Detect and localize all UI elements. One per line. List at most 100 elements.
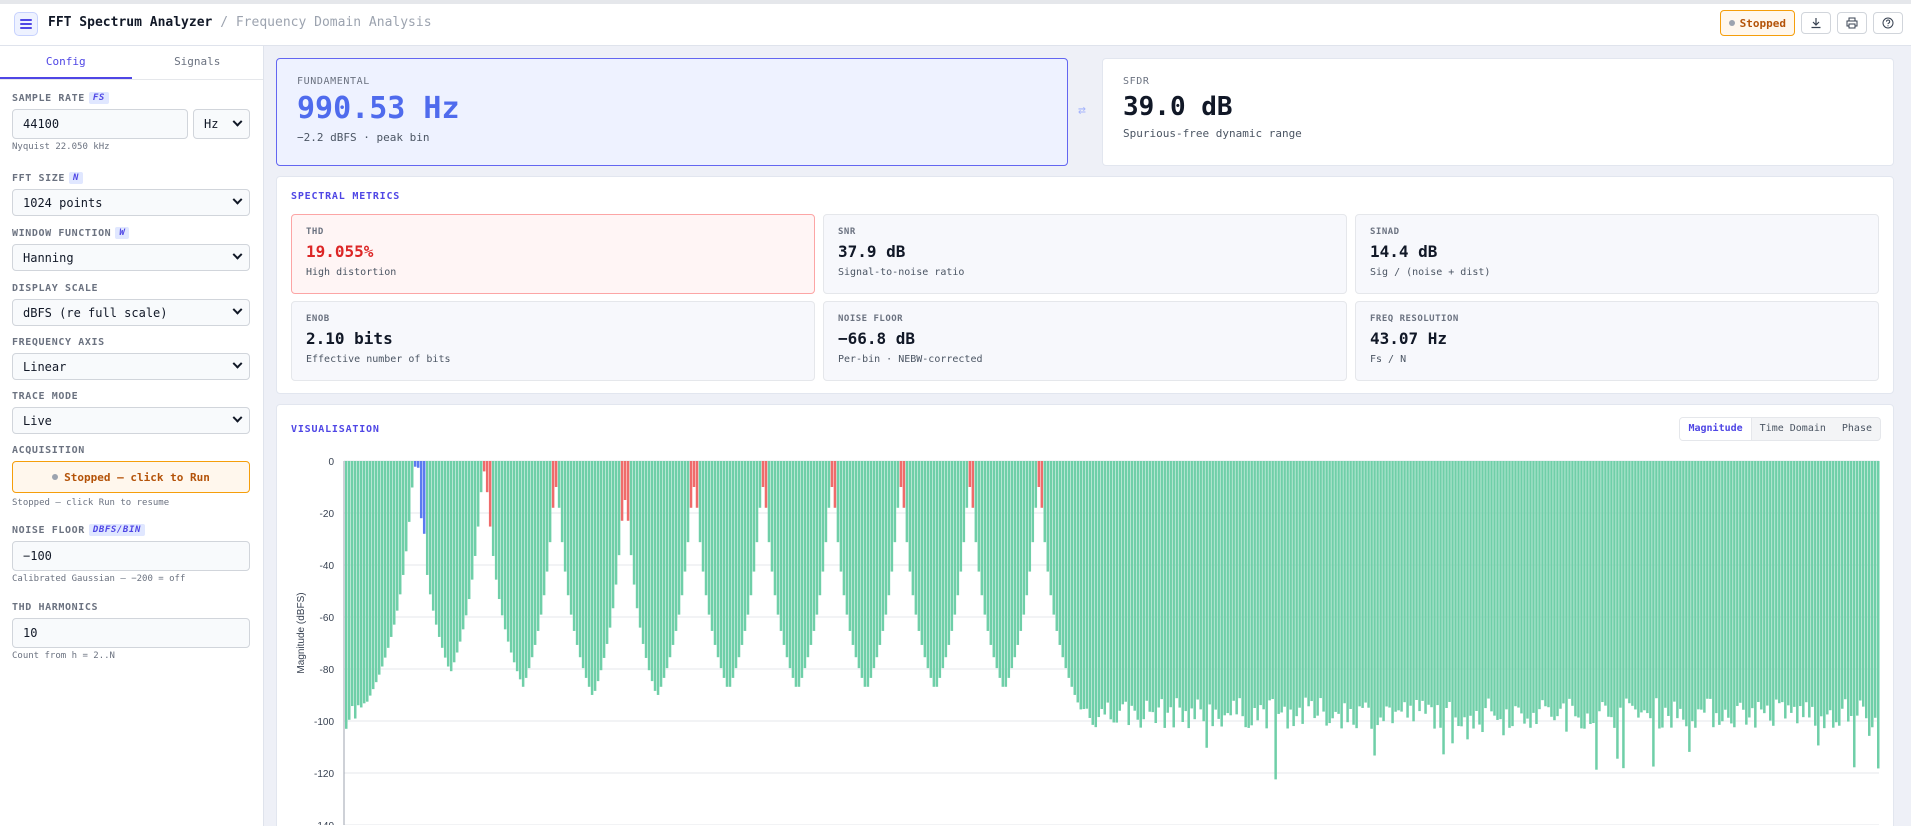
spectrum-bar — [1787, 461, 1790, 706]
spectrum-bar — [1856, 461, 1859, 716]
spectrum-bar — [662, 461, 666, 678]
spectrum-bar — [1760, 461, 1763, 710]
spectrum-bar — [389, 461, 393, 637]
spectrum-bar — [515, 461, 519, 672]
spectrum-bar — [635, 461, 639, 609]
spectrum-bar — [392, 461, 396, 625]
spectrum-bar — [698, 461, 702, 543]
status-dot-icon — [1728, 20, 1735, 26]
sfdr-sub: Spurious-free dynamic range — [1123, 127, 1302, 140]
trace-mode-select[interactable]: Live — [12, 407, 250, 434]
spectrum-bar — [1844, 461, 1847, 700]
metric-label: FREQ RESOLUTION — [1370, 314, 1459, 324]
spectrum-bar — [1763, 461, 1766, 714]
spectrum-bar — [806, 461, 810, 658]
spectral-metrics-panel: SPECTRAL METRICS THD 19.055% High distor… — [276, 176, 1894, 394]
spectrum-bar — [1370, 461, 1373, 729]
spectrum-bar — [1814, 461, 1817, 726]
spectrum-bar — [740, 461, 744, 645]
spectrum-bar — [1085, 461, 1089, 709]
spectrum-bar — [1868, 461, 1871, 736]
frequency-axis-select[interactable]: Linear — [12, 353, 250, 380]
spectrum-bar — [1073, 461, 1077, 695]
thd-harmonics-field: THD HARMONICS 10 Count from h = 2..N — [12, 599, 250, 663]
spectrum-bar — [923, 461, 927, 658]
metrics-title: SPECTRAL METRICS — [291, 191, 401, 202]
help-button[interactable] — [1873, 12, 1903, 34]
thd-harmonics-label: THD HARMONICS — [12, 601, 99, 613]
y-tick-label: -140 — [314, 821, 334, 825]
status-badge[interactable]: Stopped — [1719, 10, 1795, 36]
spectrum-bar — [1679, 461, 1682, 709]
window-function-select[interactable]: Hanning — [12, 244, 250, 271]
spectrum-bar — [1820, 461, 1823, 717]
spectrum-bar — [1211, 461, 1214, 727]
spectrum-bar — [1022, 461, 1026, 615]
spectrum-bar — [1310, 461, 1313, 702]
tab-signals[interactable]: Signals — [132, 46, 264, 79]
spectrum-bar — [818, 461, 822, 596]
spectrum-bar — [1652, 461, 1655, 767]
spectrum-bar — [938, 461, 942, 678]
thd-harmonics-input[interactable]: 10 — [12, 618, 250, 648]
spectrum-bar — [1094, 461, 1098, 728]
menu-button[interactable] — [14, 12, 38, 36]
spectrum-bar — [701, 461, 705, 572]
tab-config[interactable]: Config — [0, 46, 132, 79]
download-button[interactable] — [1801, 12, 1831, 34]
spectrum-bar — [1826, 461, 1829, 715]
harmonic-bar — [971, 461, 975, 508]
metric-note: Sig / (noise + dist) — [1370, 267, 1491, 278]
spectrum-bar — [1154, 461, 1157, 724]
spectrum-bar — [911, 461, 915, 596]
sample-rate-input[interactable]: 44100 — [12, 109, 188, 139]
print-icon — [1846, 17, 1858, 29]
spectrum-bar — [1451, 461, 1454, 744]
sample-rate-field: SAMPLE RATE FS 44100 Hz Nyquist 22.050 kH… — [12, 90, 250, 154]
metric-sinad: SINAD 14.4 dB Sig / (noise + dist) — [1355, 214, 1879, 294]
spectrum-bar — [1721, 461, 1724, 722]
config-sidebar: Config Signals SAMPLE RATE FS 44100 Hz Ny… — [0, 46, 264, 826]
fundamental-bar — [416, 461, 420, 468]
spectrum-bar — [1862, 461, 1865, 707]
spectrum-bar — [1106, 461, 1109, 703]
spectrum-bar — [1253, 461, 1256, 709]
metric-value: −66.8 dB — [838, 329, 916, 348]
spectrum-bar — [458, 461, 462, 642]
y-tick-label: -20 — [320, 509, 335, 520]
noise-floor-input[interactable]: −100 — [12, 541, 250, 571]
swap-icon[interactable]: ⇄ — [1078, 103, 1086, 118]
metric-snr: SNR 37.9 dB Signal-to-noise ratio — [823, 214, 1347, 294]
spectrum-bar — [380, 461, 384, 667]
spectrum-bar — [1781, 461, 1784, 703]
run-button[interactable]: Stopped — click to Run — [12, 461, 250, 493]
print-button[interactable] — [1837, 12, 1867, 34]
spectrum-bar — [425, 461, 429, 575]
spectrum-bar — [1367, 461, 1370, 708]
display-scale-select[interactable]: dBFS (re full scale) — [12, 299, 250, 326]
spectrum-bar — [1220, 461, 1223, 727]
spectrum-bar — [629, 461, 633, 556]
fft-size-field: FFT SIZE N 1024 points — [12, 170, 250, 216]
spectrum-bar — [866, 461, 870, 687]
spectrum-bar — [1007, 461, 1011, 678]
spectrum-bar — [1547, 461, 1550, 708]
sample-rate-unit-select[interactable]: Hz — [193, 109, 250, 139]
spectrum-bar — [1757, 461, 1760, 702]
spectrum-bar — [1511, 461, 1514, 727]
spectrum-bar — [1670, 461, 1673, 728]
spectrum-bar — [1481, 461, 1484, 733]
status-dot-icon — [52, 474, 59, 480]
spectrum-bar — [557, 461, 561, 508]
spectrum-bar — [1088, 461, 1092, 718]
spectrum-bar — [1529, 461, 1532, 728]
metric-note: Signal-to-noise ratio — [838, 267, 965, 278]
fft-size-select[interactable]: 1024 points — [12, 189, 250, 216]
spectrum-bar — [1127, 461, 1130, 726]
spectrum-bar — [1526, 461, 1529, 719]
spectrum-chart[interactable]: 0 -20 -40 -60 -80 -100 -120 -140 Magnitude (dBFS… — [277, 405, 1893, 825]
spectrum-bar — [581, 461, 585, 669]
spectrum-bar — [1364, 461, 1367, 703]
spectrum-bar — [743, 461, 747, 631]
spectrum-bar — [1028, 461, 1032, 572]
